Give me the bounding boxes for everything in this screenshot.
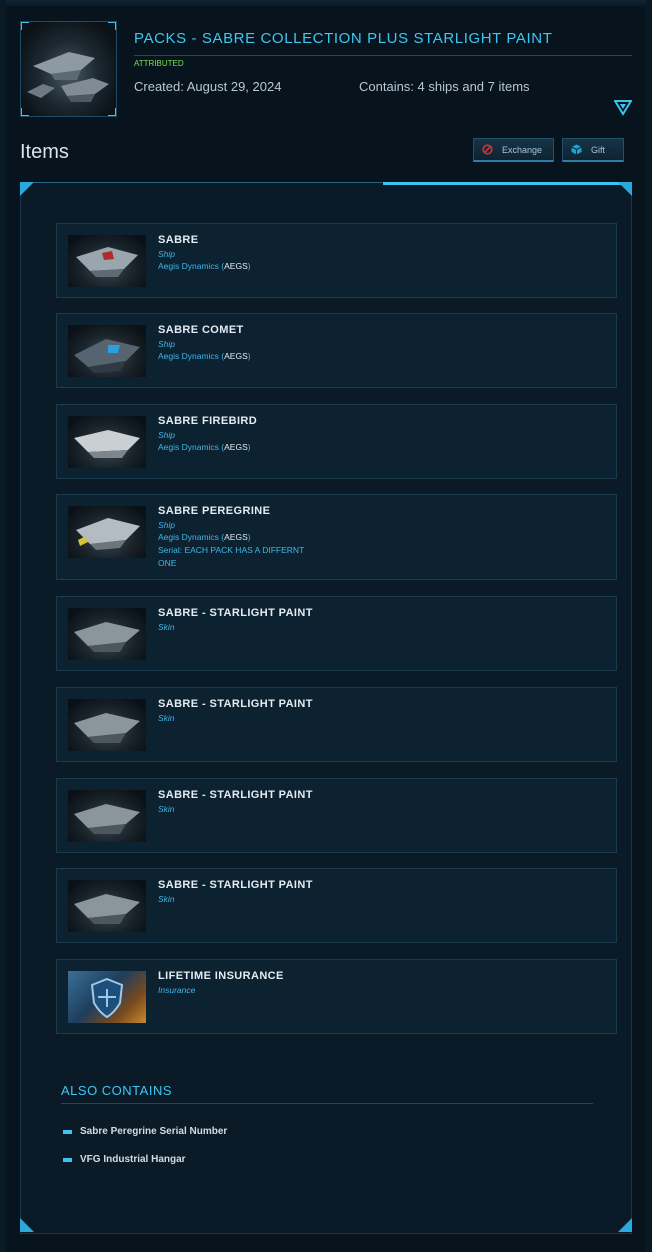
item-card-sabre-comet[interactable]: SABRE COMET Ship Aegis Dynamics (AEGS) [56, 313, 617, 388]
item-type: Skin [158, 622, 175, 632]
exchange-label: Exchange [502, 144, 543, 155]
ship-image-icon [74, 339, 140, 373]
item-card-starlight-paint[interactable]: SABRE - STARLIGHT PAINT Skin [56, 687, 617, 762]
item-thumbnail [68, 416, 146, 468]
thumb-corner [108, 108, 116, 116]
panel-corner-icon [618, 182, 632, 196]
item-name: SABRE - STARLIGHT PAINT [158, 698, 313, 710]
item-type: Ship [158, 339, 176, 349]
item-name: SABRE - STARLIGHT PAINT [158, 607, 313, 619]
panel-top-border [20, 182, 382, 183]
panel-corner-icon [618, 1218, 632, 1232]
item-name: SABRE FIREBIRD [158, 415, 258, 427]
item-card-sabre-firebird[interactable]: SABRE FIREBIRD Ship Aegis Dynamics (AEGS… [56, 404, 617, 479]
pack-thumbnail [20, 21, 117, 117]
item-card-starlight-paint[interactable]: SABRE - STARLIGHT PAINT Skin [56, 868, 617, 943]
item-type: Insurance [158, 985, 196, 995]
item-card-sabre-peregrine[interactable]: SABRE PEREGRINE Ship Aegis Dynamics (AEG… [56, 494, 617, 580]
item-type: Ship [158, 520, 176, 530]
ship-image-icon [74, 622, 140, 652]
also-contains-item: Sabre Peregrine Serial Number [63, 1126, 227, 1137]
panel-corner-icon [20, 182, 34, 196]
item-manufacturer: Aegis Dynamics (AEGS) [158, 261, 251, 271]
ship-image-icon [74, 894, 140, 924]
pack-title: PACKS - SABRE COLLECTION PLUS STARLIGHT … [134, 30, 553, 47]
ship-image-icon [74, 430, 140, 458]
gift-button[interactable]: Gift [562, 138, 624, 162]
also-contains-label: Sabre Peregrine Serial Number [80, 1126, 228, 1137]
contents-summary: Contains: 4 ships and 7 items [359, 79, 530, 94]
manufacturer-name: Aegis Dynamics [158, 261, 219, 271]
manufacturer-code: AEGS [224, 351, 248, 361]
item-card-starlight-paint[interactable]: SABRE - STARLIGHT PAINT Skin [56, 596, 617, 671]
item-serial: Serial: EACH PACK HAS A DIFFERNT ONE [158, 545, 305, 568]
item-manufacturer: Aegis Dynamics (AEGS) [158, 351, 251, 361]
exchange-icon [482, 144, 493, 155]
ship-image-icon [27, 52, 109, 102]
bullet-icon [63, 1157, 72, 1162]
items-heading: Items [20, 141, 69, 163]
item-name: SABRE - STARLIGHT PAINT [158, 789, 313, 801]
thumb-corner [21, 22, 29, 30]
gift-label: Gift [591, 144, 606, 155]
item-thumbnail [68, 506, 146, 558]
item-type: Skin [158, 713, 175, 723]
item-card-starlight-paint[interactable]: SABRE - STARLIGHT PAINT Skin [56, 778, 617, 853]
item-manufacturer: Aegis Dynamics (AEGS) [158, 532, 251, 542]
item-name: LIFETIME INSURANCE [158, 970, 284, 982]
item-type: Ship [158, 249, 176, 259]
item-thumbnail [68, 325, 146, 377]
item-type: Skin [158, 894, 175, 904]
ship-image-icon [74, 713, 140, 743]
thumb-corner [21, 108, 29, 116]
ship-image-icon [76, 247, 138, 277]
item-name: SABRE COMET [158, 324, 244, 336]
manufacturer-code: AEGS [224, 442, 248, 452]
also-contains-heading: ALSO CONTAINS [61, 1083, 173, 1098]
item-thumbnail [68, 699, 146, 751]
title-divider [134, 55, 632, 56]
shield-icon [90, 977, 124, 1019]
also-contains-label: VFG Industrial Hangar [80, 1154, 186, 1165]
item-card-lifetime-insurance[interactable]: LIFETIME INSURANCE Insurance [56, 959, 617, 1034]
item-type: Skin [158, 804, 175, 814]
gift-icon [571, 144, 582, 155]
window-frame-left [0, 0, 6, 1252]
thumb-corner [108, 22, 116, 30]
item-name: SABRE - STARLIGHT PAINT [158, 879, 313, 891]
item-name: SABRE [158, 234, 199, 246]
created-date: Created: August 29, 2024 [134, 79, 282, 94]
manufacturer-name: Aegis Dynamics [158, 532, 219, 542]
window-frame-top [0, 0, 652, 6]
item-thumbnail [68, 880, 146, 932]
item-type: Ship [158, 430, 176, 440]
window-frame-right [646, 0, 652, 1252]
panel-top-accent [383, 182, 632, 185]
item-name: SABRE PEREGRINE [158, 505, 271, 517]
item-thumbnail [68, 790, 146, 842]
ship-image-icon [76, 518, 140, 550]
manufacturer-name: Aegis Dynamics [158, 351, 219, 361]
expand-chevron-icon[interactable] [614, 100, 632, 116]
item-manufacturer: Aegis Dynamics (AEGS) [158, 442, 251, 452]
manufacturer-name: Aegis Dynamics [158, 442, 219, 452]
item-thumbnail [68, 971, 146, 1023]
item-thumbnail [68, 608, 146, 660]
status-badge: ATTRIBUTED [134, 59, 184, 68]
ship-image-icon [74, 804, 140, 834]
manufacturer-code: AEGS [224, 532, 248, 542]
also-contains-divider [61, 1103, 593, 1104]
manufacturer-code: AEGS [224, 261, 248, 271]
exchange-button[interactable]: Exchange [473, 138, 554, 162]
panel-corner-icon [20, 1218, 34, 1232]
also-contains-item: VFG Industrial Hangar [63, 1154, 186, 1165]
item-card-sabre[interactable]: SABRE Ship Aegis Dynamics (AEGS) [56, 223, 617, 298]
item-thumbnail [68, 235, 146, 287]
bullet-icon [63, 1129, 72, 1134]
